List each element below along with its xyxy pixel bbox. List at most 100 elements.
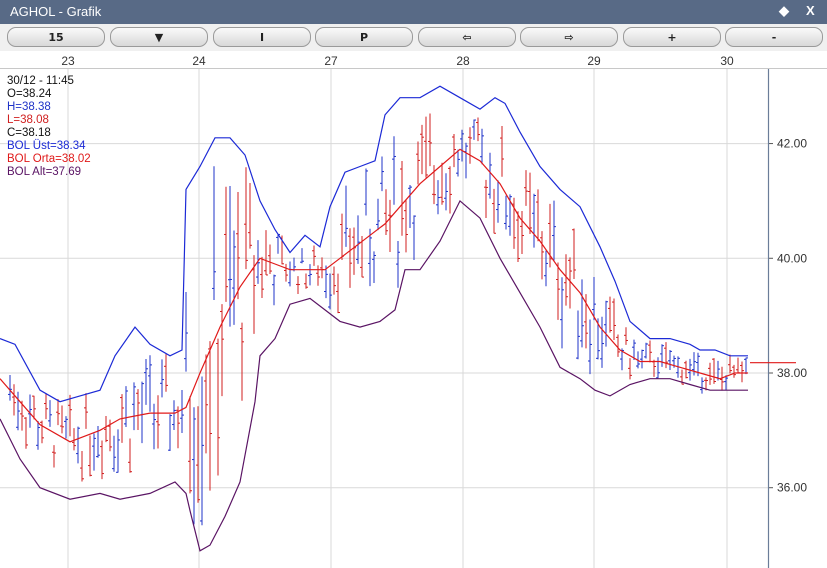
ohlc-bar	[84, 393, 88, 429]
scroll-left-button[interactable]: ⇦	[418, 27, 516, 47]
ohlc-bar	[708, 362, 712, 385]
legend-bol-lower: BOL Alt=37.69	[7, 166, 82, 178]
pin-icon[interactable]: ◆	[779, 3, 789, 19]
ohlc-bar	[500, 126, 504, 177]
ohlc-bar	[112, 435, 116, 472]
indicator-button[interactable]: I	[213, 27, 311, 47]
legend-high: H=38.38	[7, 101, 51, 113]
ohlc-bar	[68, 394, 72, 437]
legend-bol-middle: BOL Orta=38.02	[7, 153, 91, 165]
ohlc-bar	[340, 213, 344, 261]
ohlc-bar	[52, 445, 56, 468]
ohlc-bar	[264, 230, 268, 276]
zoom-out-button[interactable]: -	[725, 27, 823, 47]
ohlc-bar	[372, 251, 376, 283]
ohlc-bar	[244, 167, 248, 270]
ohlc-bar	[184, 291, 188, 372]
ohlc-bar	[168, 414, 172, 451]
interval-button[interactable]: 15	[7, 27, 105, 47]
ohlc-bar	[540, 231, 544, 280]
ohlc-bar	[324, 265, 328, 299]
ohlc-bar	[436, 180, 440, 215]
ohlc-bar	[380, 156, 384, 192]
ohlc-bar	[412, 215, 416, 261]
ohlc-bars	[8, 113, 748, 526]
bollinger-bands	[0, 85, 748, 552]
ohlc-bar	[520, 210, 524, 254]
ohlc-bar	[612, 298, 616, 340]
ohlc-bar	[36, 421, 40, 450]
ohlc-bar	[140, 381, 144, 444]
ohlc-bar	[284, 263, 288, 282]
ohlc-bar	[216, 338, 220, 476]
ohlc-bar	[440, 162, 444, 205]
ohlc-bar	[304, 273, 308, 289]
scroll-right-button[interactable]: ⇨	[520, 27, 618, 47]
ohlc-bar	[136, 389, 140, 431]
ohlc-bar	[368, 228, 372, 287]
ohlc-bar	[384, 189, 388, 235]
ohlc-bar	[560, 277, 564, 349]
ohlc-bar	[156, 395, 160, 449]
ohlc-bar	[472, 119, 476, 140]
ohlc-bar	[600, 316, 604, 368]
ohlc-bar	[528, 172, 532, 234]
ohlc-bar	[344, 185, 348, 247]
ohlc-bar	[312, 245, 316, 266]
ohlc-bar	[396, 240, 400, 288]
ohlc-bar	[88, 435, 92, 477]
ohlc-bar	[296, 276, 300, 295]
ohlc-bar	[56, 399, 60, 426]
ohlc-bar	[576, 310, 580, 360]
ohlc-bar	[420, 124, 424, 175]
ohlc-bar	[316, 265, 320, 286]
ohlc-bar	[624, 327, 628, 345]
ohlc-bar	[144, 359, 148, 405]
title-bar: AGHOL - Grafik ◆ X	[0, 0, 827, 24]
legend-bol-upper: BOL Üst=38.34	[7, 140, 86, 152]
ohlc-bar	[416, 141, 420, 185]
y-tick-label: 38.00	[777, 366, 807, 380]
ohlc-bar	[212, 166, 216, 300]
ohlc-bar	[300, 248, 304, 264]
close-icon[interactable]: X	[806, 3, 815, 18]
ohlc-bar	[80, 450, 84, 482]
ohlc-bar	[308, 264, 312, 286]
ohlc-bar	[452, 134, 456, 168]
ohlc-bar	[408, 184, 412, 228]
ohlc-bar	[248, 183, 252, 249]
ohlc-bar	[424, 116, 428, 178]
series-line-bol-upper	[0, 85, 748, 403]
ohlc-bar	[116, 429, 120, 473]
zoom-in-button[interactable]: +	[623, 27, 721, 47]
y-tick-label: 40.00	[777, 251, 807, 265]
ohlc-bar	[700, 377, 704, 394]
ohlc-bar	[232, 230, 236, 325]
ohlc-bar	[544, 250, 548, 287]
ohlc-bar	[220, 304, 224, 397]
legend-datetime: 30/12 - 11:45	[7, 75, 74, 87]
ohlc-bar	[100, 440, 104, 480]
y-tick-label: 36.00	[777, 481, 807, 495]
period-button[interactable]: P	[315, 27, 413, 47]
ohlc-bar	[536, 189, 540, 242]
ohlc-bar	[200, 376, 204, 526]
ohlc-bar	[476, 117, 480, 142]
x-tick-label: 27	[324, 54, 338, 68]
x-tick-label: 29	[587, 54, 601, 68]
ohlc-bar	[204, 354, 208, 454]
ohlc-bar	[496, 180, 500, 223]
ohlc-bar	[208, 341, 212, 491]
ohlc-bar	[492, 188, 496, 234]
chart-toolbar: 15 ▼ I P ⇦ ⇨ + -	[0, 24, 827, 51]
ohlc-bar	[608, 296, 612, 333]
ohlc-bar	[516, 211, 520, 262]
ohlc-bar	[580, 279, 584, 348]
price-chart[interactable]: 23 24 27 28 29 30 36.00 38.00 40.00 42.00	[0, 51, 827, 568]
ohlc-bar	[652, 359, 656, 377]
ohlc-bar	[712, 358, 716, 384]
ohlc-bar	[464, 142, 468, 179]
ohlc-bar	[180, 389, 184, 434]
ohlc-bar	[736, 357, 740, 374]
chart-type-dropdown-button[interactable]: ▼	[110, 27, 208, 47]
